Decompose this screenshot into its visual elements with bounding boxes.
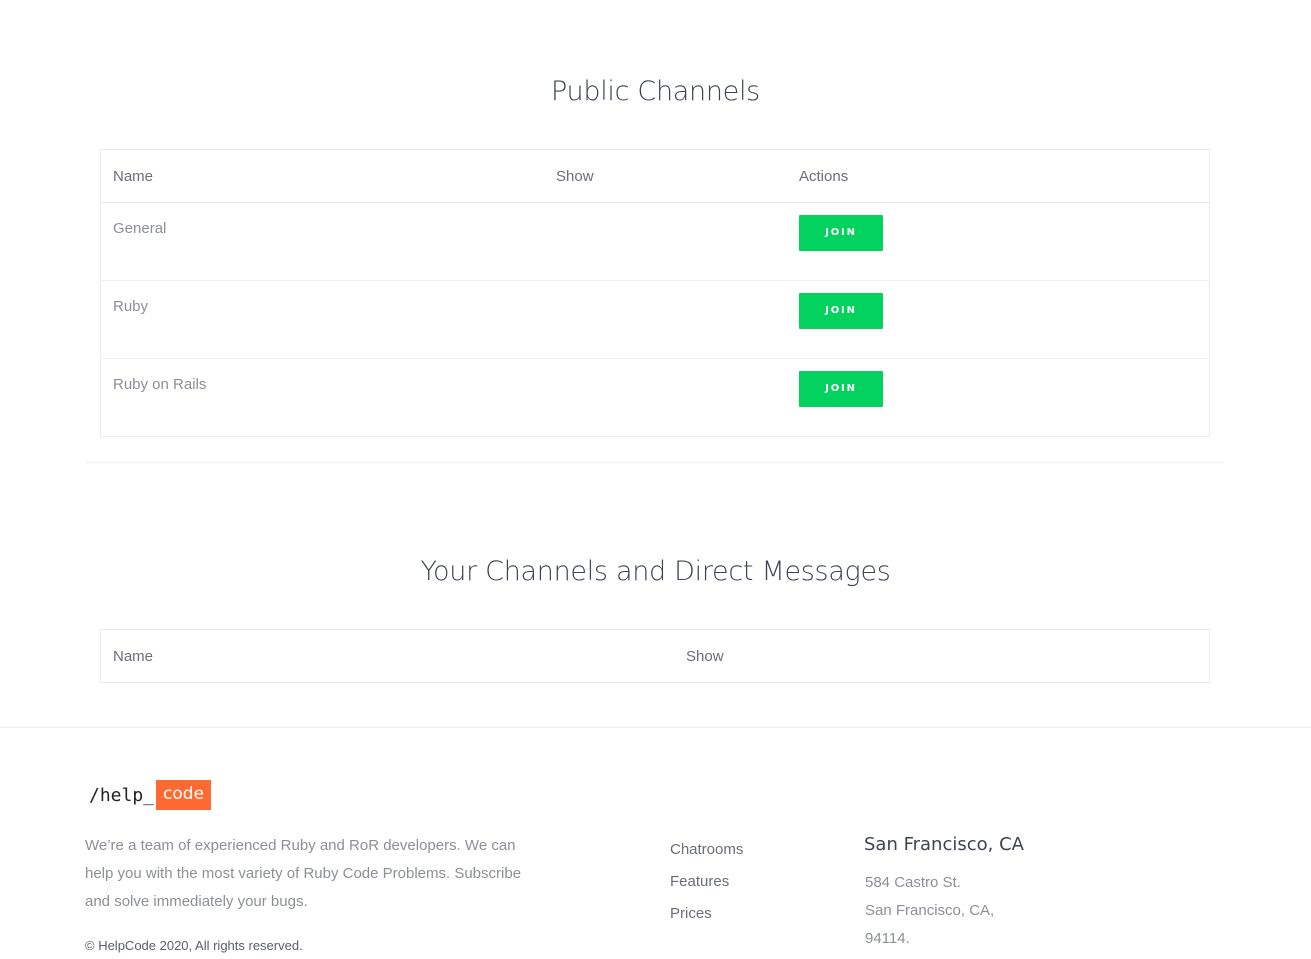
table-row: Ruby on Rails JOIN bbox=[101, 359, 1210, 437]
join-button-ruby-on-rails[interactable]: JOIN bbox=[799, 371, 883, 407]
channel-name: Ruby bbox=[100, 280, 544, 359]
public-channels-table: Name Show Actions General JOIN Ruby JOIN bbox=[100, 149, 1210, 437]
channel-actions-cell: JOIN bbox=[787, 359, 1210, 437]
page: Public Channels Name Show Actions Genera… bbox=[0, 0, 1311, 959]
table-header-row: Name Show bbox=[101, 630, 1210, 683]
column-header-name: Name bbox=[113, 647, 154, 665]
your-channels-title: Your Channels and Direct Messages bbox=[420, 556, 891, 587]
footer-about-text: We’re a team of experienced Ruby and RoR… bbox=[85, 837, 522, 910]
footer-links: Chatrooms Features Prices bbox=[670, 834, 743, 930]
footer-address: 584 Castro St. San Francisco, CA, 94114. bbox=[865, 869, 994, 953]
address-line: San Francisco, CA, bbox=[865, 902, 995, 919]
footer-link-chatrooms[interactable]: Chatrooms bbox=[670, 834, 743, 866]
column-header-show: Show bbox=[544, 149, 787, 203]
channel-show-cell bbox=[544, 202, 787, 281]
table-row: Ruby JOIN bbox=[100, 280, 1210, 359]
table-header-row: Name Show Actions bbox=[100, 149, 1210, 203]
channel-name: General bbox=[100, 202, 544, 281]
footer-link-features[interactable]: Features bbox=[670, 866, 743, 898]
logo-prefix: /help_ bbox=[89, 784, 155, 806]
column-header-show: Show bbox=[686, 647, 724, 665]
footer-logo[interactable]: /help_ code bbox=[89, 780, 212, 810]
channel-actions-cell: JOIN bbox=[787, 280, 1210, 359]
footer-link-prices[interactable]: Prices bbox=[670, 898, 743, 930]
join-button-ruby[interactable]: JOIN bbox=[799, 293, 883, 329]
footer-divider bbox=[0, 727, 1311, 728]
channel-show-cell bbox=[544, 280, 787, 359]
channel-name: Ruby on Rails bbox=[113, 376, 207, 393]
join-button-general[interactable]: JOIN bbox=[799, 215, 883, 251]
copyright-text: © HelpCode 2020, All rights reserved. bbox=[85, 938, 303, 953]
logo-suffix: code bbox=[156, 780, 212, 810]
public-channels-title: Public Channels bbox=[551, 76, 760, 107]
address-line: 94114. bbox=[865, 930, 910, 947]
column-header-name: Name bbox=[100, 149, 544, 203]
footer-city-heading: San Francisco, CA bbox=[864, 834, 1024, 855]
address-line: 584 Castro St. bbox=[865, 874, 961, 891]
section-divider bbox=[85, 462, 1224, 463]
channel-actions-cell: JOIN bbox=[787, 202, 1210, 281]
channel-show-cell bbox=[544, 359, 787, 437]
column-header-actions: Actions bbox=[787, 149, 1210, 203]
your-channels-table: Name Show bbox=[100, 629, 1210, 683]
table-row: General JOIN bbox=[100, 202, 1210, 281]
